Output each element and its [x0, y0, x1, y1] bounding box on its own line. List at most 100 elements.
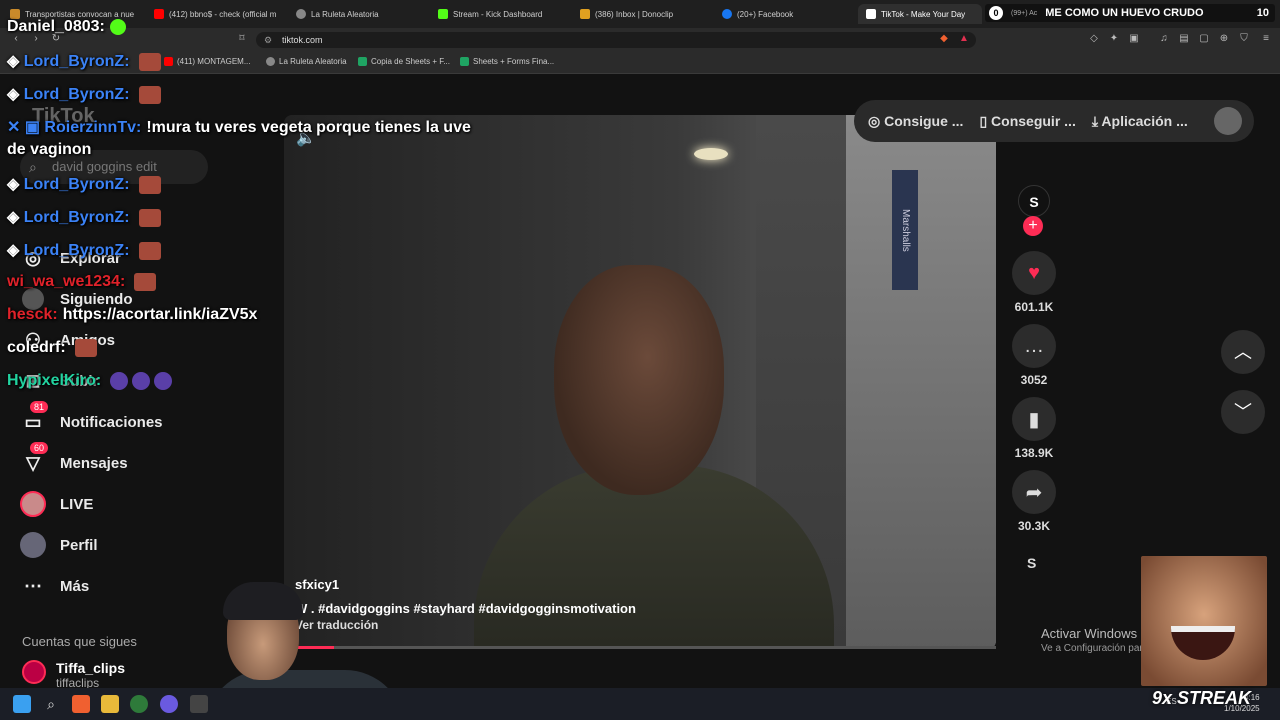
youtube-icon: [154, 9, 164, 19]
browser-tab[interactable]: (20+) Facebook: [722, 4, 852, 24]
brave-rewards-icon[interactable]: ▲: [958, 33, 970, 45]
save-count: 138.9K: [1014, 446, 1054, 460]
diamond-badge-icon: ◈: [7, 53, 24, 70]
stream-overlay-header: 0 (99+) Ac ME COMO UN HUEVO CRUDO 10: [985, 4, 1275, 22]
sidebar-item-mas[interactable]: ⋯ Más: [20, 571, 89, 601]
donoclip-icon: [580, 9, 590, 19]
chat-message: ◈ Lord_ByronZ:: [7, 51, 161, 71]
app-icon[interactable]: [190, 695, 208, 713]
bookmark-item[interactable]: Sheets + Forms Fina...: [460, 57, 554, 66]
phone-icon: ▯: [979, 112, 992, 129]
share-icon: ➦: [1012, 470, 1056, 514]
brave-icon[interactable]: [72, 695, 90, 713]
chat-message: ◈ Lord_ByronZ:: [7, 240, 161, 260]
bookmark-item[interactable]: (411) MONTAGEM...: [164, 57, 251, 66]
address-bar[interactable]: ⚙ tiktok.com: [256, 32, 976, 48]
user-avatar[interactable]: [1214, 107, 1242, 135]
wallet-icon[interactable]: ▢: [1198, 33, 1210, 45]
sidebar-item-perfil[interactable]: Perfil: [20, 530, 98, 560]
emote-icon: [138, 175, 161, 194]
following-account-item[interactable]: Tiffa_clips tiffaclips: [22, 660, 125, 690]
sword-badge-icon: ✕: [7, 119, 25, 136]
activate-windows-title: Activar Windows: [1041, 626, 1138, 641]
follow-plus-button[interactable]: +: [1023, 216, 1043, 236]
get-coins-button[interactable]: ◎ Consigue ...: [868, 113, 963, 130]
comment-button[interactable]: … 3052: [1012, 324, 1056, 387]
shield-icon[interactable]: ⛉: [1238, 33, 1250, 45]
browser-tab[interactable]: La Ruleta Aleatoria: [296, 4, 426, 24]
send-icon: ▽ 60: [20, 442, 49, 476]
share-count: 30.3K: [1017, 519, 1051, 533]
sidebar-icon[interactable]: ▤: [1178, 33, 1190, 45]
xbox-icon[interactable]: [130, 695, 148, 713]
following-section-title: Cuentas que sigues: [22, 634, 137, 649]
browser-tab[interactable]: (412) bbno$ - check (official m: [154, 4, 278, 24]
top-actions-pill: ◎ Consigue ... ▯ Conseguir ... ⤓ Aplicac…: [854, 100, 1254, 142]
browser-tab[interactable]: (386) Inbox | Donoclip: [580, 4, 710, 24]
puzzle-icon[interactable]: ✦: [1108, 33, 1120, 45]
sidebar-item-notificaciones[interactable]: ▭ 81 Notificaciones: [20, 401, 163, 437]
bookmark-item[interactable]: Copia de Sheets + F...: [358, 57, 450, 66]
stream-subtab: (99+) Ac: [1011, 9, 1038, 17]
kick-icon: [438, 9, 448, 19]
emote-icon: [138, 208, 161, 227]
save-button[interactable]: ▮ 138.9K: [1012, 397, 1056, 460]
extension-icon[interactable]: ◇: [1088, 33, 1100, 45]
browser-tab[interactable]: Stream - Kick Dashboard: [438, 4, 568, 24]
chat-badge-icon: [109, 18, 126, 35]
live-icon: [20, 491, 46, 517]
browser-tab-active[interactable]: TikTok - Make Your Day: [858, 4, 982, 24]
browser-toolbar: ‹ › ↻ ⌑ ⚙ tiktok.com ◆ ▲ ◇ ✦ ▣ ♫ ▤ ▢ ⊕ ⛉…: [0, 28, 1280, 52]
video-person-head: [554, 265, 724, 495]
bookmark-item[interactable]: La Ruleta Aleatoria: [266, 57, 347, 66]
chat-message: coledrf:: [7, 339, 97, 357]
profile-icon: [20, 532, 46, 558]
file-explorer-icon[interactable]: [101, 695, 119, 713]
bookmarks-bar: (411) MONTAGEM... La Ruleta Aleatoria Co…: [0, 52, 1280, 74]
video-person: [474, 265, 834, 649]
stream-goal-text: ME COMO UN HUEVO CRUDO: [1045, 7, 1204, 19]
site-info-icon[interactable]: ⚙: [264, 32, 272, 48]
diamond-badge-icon: ◈: [7, 176, 24, 193]
windows-start-icon[interactable]: [13, 695, 31, 713]
download-app-button[interactable]: ⤓ Aplicación ...: [1092, 113, 1188, 130]
meme-mouth: [1171, 626, 1235, 660]
get-app-button[interactable]: ▯ Conseguir ...: [979, 113, 1075, 130]
sound-disc-icon[interactable]: S: [1027, 555, 1036, 571]
menu-icon[interactable]: ≡: [1260, 33, 1272, 45]
address-bar-url: tiktok.com: [282, 35, 323, 45]
sidebar-item-live[interactable]: LIVE: [20, 489, 93, 519]
like-count: 601.1K: [1014, 300, 1054, 314]
brave-shield-icon[interactable]: ◆: [938, 33, 950, 45]
search-icon[interactable]: ⌕: [42, 695, 60, 713]
bookmark-icon[interactable]: ⌑: [236, 33, 248, 45]
tiktok-icon: [866, 9, 876, 19]
download-icon[interactable]: ▣: [1128, 33, 1140, 45]
chat-message: hesck: https://acortar.link/iaZV5x: [7, 306, 258, 323]
messages-badge: 60: [30, 442, 49, 454]
comment-icon: …: [1012, 324, 1056, 368]
sheets-icon: [460, 57, 469, 66]
previous-video-button[interactable]: ︿: [1221, 330, 1265, 374]
sidebar-item-mensajes[interactable]: ▽ 60 Mensajes: [20, 442, 128, 478]
windows-taskbar: ⌕ ES 4:16 1/10/2025: [0, 688, 1280, 720]
stream-counter-left: 0: [989, 6, 1003, 20]
emote-icon: [74, 339, 97, 357]
diamond-badge-icon: ◈: [7, 86, 24, 103]
like-button[interactable]: ♥ 601.1K: [1012, 251, 1056, 314]
facebook-icon: [722, 9, 732, 19]
chat-message-continued: de vaginon: [7, 141, 92, 158]
cube-badge-icon: ▣: [24, 119, 45, 136]
media-icon[interactable]: ♫: [1158, 33, 1170, 45]
vpn-icon[interactable]: ⊕: [1218, 33, 1230, 45]
share-button[interactable]: ➦ 30.3K: [1012, 470, 1056, 533]
next-video-button[interactable]: ﹀: [1221, 390, 1265, 434]
discord-icon[interactable]: [160, 695, 178, 713]
heart-icon: ♥: [1012, 251, 1056, 295]
diamond-badge-icon: ◈: [7, 242, 24, 259]
emote-icon: [132, 372, 151, 390]
author-avatar[interactable]: S: [1018, 185, 1050, 217]
bookmark-icon: ▮: [1012, 397, 1056, 441]
comment-count: 3052: [1020, 373, 1048, 387]
video-player[interactable]: Marshalls: [284, 115, 996, 649]
